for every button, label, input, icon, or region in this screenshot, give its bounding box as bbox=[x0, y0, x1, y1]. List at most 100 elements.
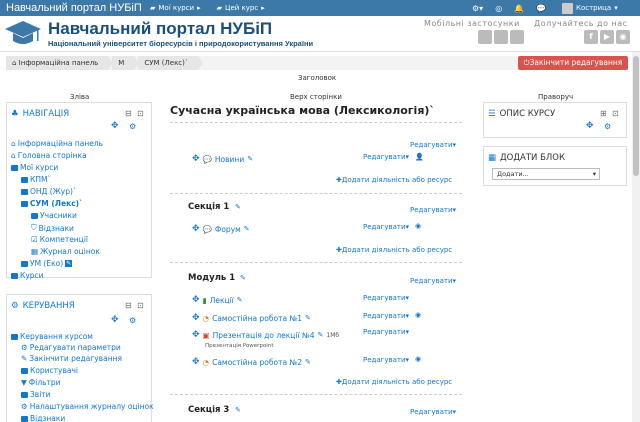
move-icon[interactable]: ✥ bbox=[586, 121, 594, 131]
edit-menu[interactable]: Редагувати▾ bbox=[363, 223, 409, 231]
activity-presentation-link[interactable]: Презентація до лекції №4 bbox=[213, 331, 315, 340]
gear-icon[interactable]: ⚙▾ bbox=[472, 4, 483, 13]
breadcrumb-course[interactable]: СУМ (Лекс)` bbox=[138, 56, 204, 70]
edit-square-icon[interactable]: ✎ bbox=[65, 260, 73, 267]
nav-my-courses[interactable]: Мої курси bbox=[20, 163, 58, 172]
web-icon[interactable]: ◉ bbox=[616, 30, 630, 44]
activity-presentation[interactable]: ✥ ▣ Презентація до лекції №4 ✎ 1Мб bbox=[192, 330, 339, 340]
pencil-icon[interactable]: ✎ bbox=[237, 296, 243, 304]
move-icon[interactable]: ✥ bbox=[192, 357, 200, 367]
add-activity-link[interactable]: ✚Додати діяльність або ресурс bbox=[336, 246, 452, 254]
pencil-icon[interactable]: ✎ bbox=[318, 331, 324, 339]
nav-course-sum[interactable]: СУМ (Лекс)` bbox=[30, 199, 83, 208]
dock-icon[interactable]: ⊡ bbox=[137, 109, 144, 118]
nav-home[interactable]: Головна сторінка bbox=[18, 151, 87, 160]
this-course-menu[interactable]: ▰ Цей курс ▸ bbox=[217, 4, 265, 12]
admin-edit-settings[interactable]: Редагувати параметри bbox=[30, 343, 121, 352]
collapse-icon[interactable]: ⊞ bbox=[600, 109, 607, 118]
edit-menu[interactable]: Редагувати▾ bbox=[363, 356, 409, 364]
add-block-select[interactable]: Додати... ▾ bbox=[492, 168, 600, 180]
edit-menu[interactable]: Редагувати▾ bbox=[410, 408, 456, 416]
nav-gradebook[interactable]: Журнал оцінок bbox=[40, 247, 100, 256]
gear-icon[interactable]: ⚙ bbox=[604, 122, 611, 131]
admin-end-editing[interactable]: Закінчити редагування bbox=[29, 354, 122, 363]
gear-icon[interactable]: ⚙ bbox=[129, 316, 136, 325]
nav-competencies[interactable]: Компетенції bbox=[40, 235, 88, 244]
pencil-icon[interactable]: ✎ bbox=[305, 358, 311, 366]
android-icon[interactable] bbox=[494, 30, 508, 44]
activity-selfwork-1-link[interactable]: Самостійна робота №1 bbox=[212, 314, 302, 323]
move-icon[interactable]: ✥ bbox=[111, 121, 119, 131]
edit-menu[interactable]: Редагувати▾ bbox=[363, 153, 409, 161]
eye-icon[interactable]: ◉ bbox=[415, 311, 421, 319]
activity-forum-link[interactable]: Форум bbox=[215, 225, 241, 234]
nav-course-kpm[interactable]: КПМ` bbox=[30, 175, 51, 184]
admin-users[interactable]: Користувачі bbox=[30, 366, 78, 375]
windows-icon[interactable] bbox=[510, 30, 524, 44]
dock-icon[interactable]: ⊡ bbox=[612, 109, 619, 118]
activity-selfwork-2[interactable]: ✥ ◔ Самостійна робота №2 ✎ bbox=[192, 357, 311, 367]
facebook-icon[interactable]: f bbox=[584, 30, 598, 44]
admin-filters[interactable]: Фільтри bbox=[29, 378, 61, 387]
scrollbar[interactable] bbox=[632, 52, 640, 422]
pencil-icon[interactable]: ✎ bbox=[305, 314, 311, 322]
end-editing-button[interactable]: ⏻Закінчити редагування bbox=[518, 56, 628, 70]
scrollbar-thumb[interactable] bbox=[633, 56, 639, 176]
add-activity-link[interactable]: ✚Додати діяльність або ресурс bbox=[336, 176, 452, 184]
pencil-icon[interactable]: ✎ bbox=[235, 406, 241, 414]
pencil-icon[interactable]: ✎ bbox=[247, 155, 253, 163]
nav-course-um[interactable]: УМ (Еко) bbox=[30, 259, 63, 268]
eye-icon[interactable]: ◉ bbox=[415, 222, 421, 230]
edit-menu[interactable]: Редагувати▾ bbox=[410, 206, 456, 214]
move-icon[interactable]: ✥ bbox=[111, 315, 119, 325]
activity-news-link[interactable]: Новини bbox=[215, 155, 244, 164]
edit-label: Редагувати bbox=[410, 408, 453, 416]
admin-badges[interactable]: Відзнаки bbox=[30, 414, 65, 422]
eye-icon[interactable]: ◉ bbox=[415, 355, 421, 363]
gear-icon[interactable]: ⚙ bbox=[129, 122, 136, 131]
site-brand[interactable]: Навчальний портал НУБіП bbox=[0, 2, 150, 14]
breadcrumb-m[interactable]: М bbox=[112, 56, 140, 70]
collapse-icon[interactable]: ⊟ bbox=[125, 109, 132, 118]
move-icon[interactable]: ✥ bbox=[192, 154, 200, 164]
nav-dashboard[interactable]: Інформаційна панель bbox=[18, 139, 103, 148]
chat-icon[interactable]: 💬 bbox=[536, 4, 546, 13]
activity-lectures-link[interactable]: Лекції bbox=[210, 296, 234, 305]
dock-icon[interactable]: ⊡ bbox=[137, 301, 144, 310]
move-icon[interactable]: ✥ bbox=[192, 224, 200, 234]
nav-courses[interactable]: Курси bbox=[20, 271, 44, 280]
collapse-icon[interactable]: ⊟ bbox=[125, 301, 132, 310]
user-menu[interactable]: Кострица ▾ bbox=[562, 2, 618, 14]
youtube-icon[interactable]: ▶ bbox=[600, 30, 614, 44]
activity-forum[interactable]: ✥ 💬 Форум ✎ bbox=[192, 224, 250, 234]
breadcrumb-dashboard[interactable]: ⌂ Інформаційна панель bbox=[6, 56, 114, 70]
pencil-icon[interactable]: ✎ bbox=[240, 274, 246, 282]
nav-badges[interactable]: Відзнаки bbox=[39, 224, 74, 233]
add-activity-link[interactable]: ✚Додати діяльність або ресурс bbox=[336, 378, 452, 386]
activity-selfwork-2-link[interactable]: Самостійна робота №2 bbox=[212, 358, 302, 367]
pencil-icon[interactable]: ✎ bbox=[235, 203, 241, 211]
move-icon[interactable]: ✥ bbox=[192, 313, 200, 323]
edit-menu[interactable]: Редагувати▾ bbox=[363, 312, 409, 320]
apple-icon[interactable] bbox=[478, 30, 492, 44]
admin-course-admin[interactable]: Керування курсом bbox=[20, 332, 93, 341]
move-icon[interactable]: ✥ bbox=[192, 330, 200, 340]
activity-news[interactable]: ✥ 💬 Новини ✎ bbox=[192, 154, 253, 164]
activity-lectures[interactable]: ✥ ▮ Лекції ✎ bbox=[192, 295, 243, 305]
admin-gradebook-setup[interactable]: Налаштування журналу оцінок bbox=[30, 402, 154, 411]
edit-menu[interactable]: Редагувати▾ bbox=[363, 328, 409, 336]
my-courses-menu[interactable]: ▰ Мої курси ▸ bbox=[150, 4, 201, 12]
user-icon[interactable]: 👤 bbox=[415, 153, 424, 161]
edit-menu[interactable]: Редагувати▾ bbox=[363, 294, 409, 302]
pencil-icon[interactable]: ✎ bbox=[244, 225, 250, 233]
home-icon: ⌂ bbox=[11, 151, 16, 160]
move-icon[interactable]: ✥ bbox=[192, 295, 200, 305]
activity-selfwork-1[interactable]: ✥ ◔ Самостійна робота №1 ✎ bbox=[192, 313, 311, 323]
target-icon[interactable]: ◎ bbox=[495, 4, 502, 13]
bell-icon[interactable]: 🔔 bbox=[514, 4, 524, 13]
edit-menu[interactable]: Редагувати▾ bbox=[410, 277, 456, 285]
edit-menu[interactable]: Редагувати▾ bbox=[410, 141, 456, 149]
nav-course-ond[interactable]: ОНД (Жур)` bbox=[30, 187, 77, 196]
admin-reports[interactable]: Звіти bbox=[30, 390, 51, 399]
nav-participants[interactable]: Учасники bbox=[40, 211, 77, 220]
